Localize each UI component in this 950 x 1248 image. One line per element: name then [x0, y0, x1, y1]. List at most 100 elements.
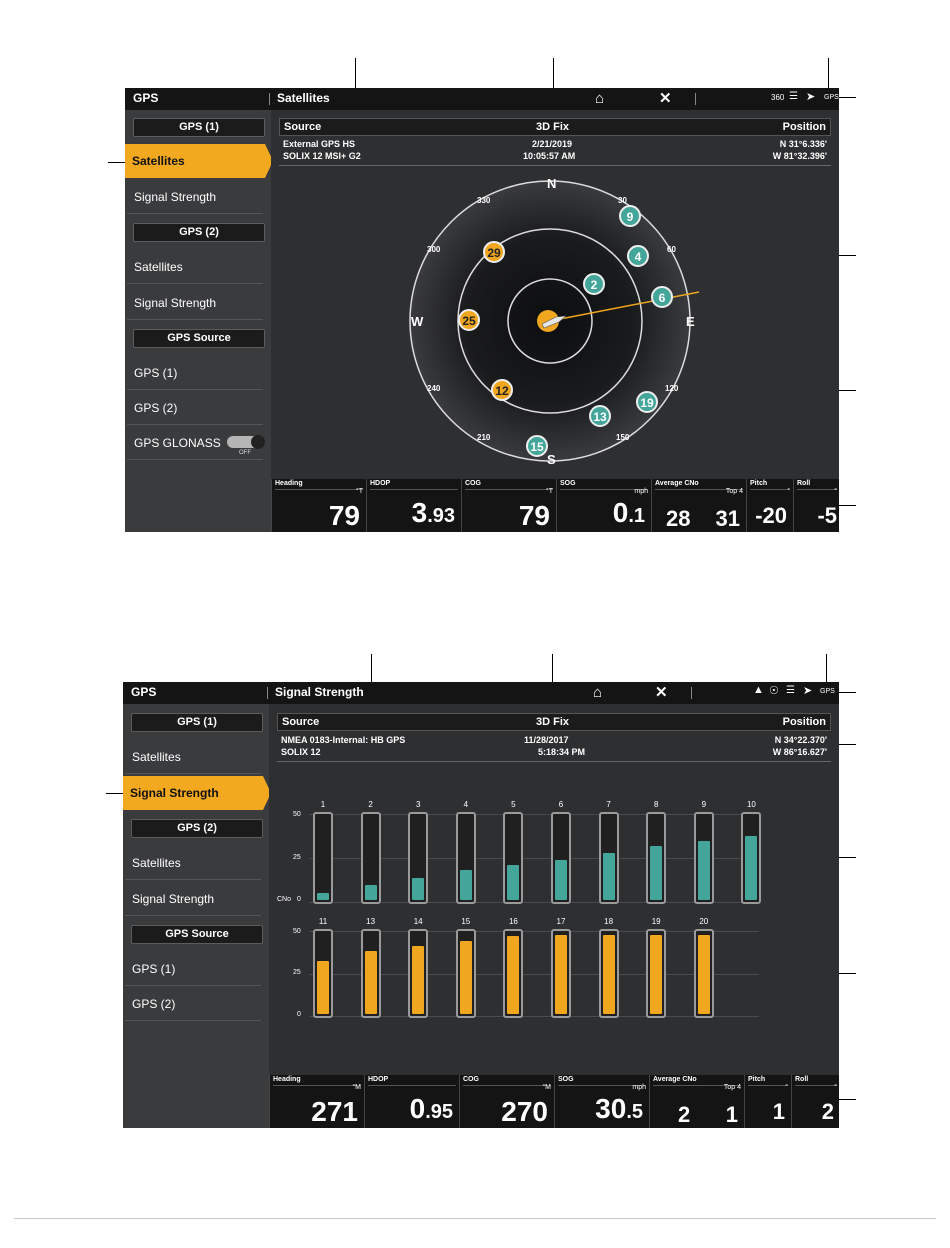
callout-line [828, 58, 829, 92]
pitch-unit: ° [787, 488, 790, 495]
satellite-marker: 2 [583, 273, 605, 295]
view-title: Satellites [277, 91, 330, 105]
cell-rule [795, 1085, 837, 1086]
compass-north: N [547, 176, 557, 191]
roll-cell[interactable]: Roll ° 2 [791, 1075, 839, 1128]
callout-line [838, 505, 856, 506]
cell-rule [797, 489, 837, 490]
gps-status-icon[interactable]: GPS [820, 688, 835, 695]
signal-bar-fill [364, 885, 377, 900]
signal-bar-fill [602, 853, 615, 900]
degree-label: 60 [667, 245, 676, 254]
close-icon[interactable]: ✕ [655, 683, 668, 701]
satellite-marker: 29 [483, 241, 505, 263]
radar-status-icon[interactable]: ▲ [753, 684, 764, 696]
toolbar-divider [691, 687, 692, 699]
compass-status-icon[interactable]: ➤ [806, 90, 815, 103]
hdop-value: 0.95 [410, 1094, 453, 1127]
pitch-value: 1 [772, 1099, 785, 1124]
satellite-id-label: 7 [606, 800, 611, 809]
satellite-id-label: 14 [413, 917, 423, 926]
360-status-icon[interactable]: 360 [771, 93, 784, 102]
sidebar-item-gps-glonass[interactable]: GPS GLONASS OFF [127, 426, 265, 460]
sidebar-item-gps1-satellites[interactable]: Satellites [125, 740, 261, 774]
heading-cell[interactable]: Heading °M 271 [269, 1075, 364, 1128]
heading-value: 79 [328, 500, 360, 531]
autopilot-status-icon[interactable]: ☉ [769, 684, 779, 697]
axis-label-50: 50 [293, 811, 301, 818]
hdop-cell[interactable]: HDOP 0.95 [364, 1075, 459, 1128]
satellite-id-label: 18 [604, 917, 614, 926]
average-cno-cell[interactable]: Average CNo Top 4 2 1 [649, 1075, 744, 1128]
app-title: GPS [131, 685, 157, 699]
heading-cell[interactable]: Heading °T 79 [271, 479, 366, 532]
roll-value: 2 [821, 1099, 834, 1124]
sidebar-header-gps1: GPS (1) [133, 118, 265, 137]
pitch-unit: ° [785, 1084, 788, 1091]
sog-cell[interactable]: SOG mph 30.5 [554, 1075, 649, 1128]
sidebar: GPS (1) Satellites Signal Strength GPS (… [125, 110, 273, 532]
glonass-toggle[interactable]: OFF [227, 435, 265, 456]
pitch-cell[interactable]: Pitch ° -20 [746, 479, 793, 532]
satellite-marker: 4 [627, 245, 649, 267]
sonar-status-icon[interactable]: ☰ [789, 91, 798, 102]
cog-cell[interactable]: COG °M 270 [459, 1075, 554, 1128]
satellite-id-label: 13 [366, 917, 376, 926]
satellite-id-label: 17 [556, 917, 566, 926]
signal-bar-fill [697, 935, 710, 1014]
sidebar-item-gps1-signal-strength[interactable]: Signal Strength [127, 180, 263, 214]
cell-rule [273, 1085, 361, 1086]
hdop-label: HDOP [368, 1076, 389, 1083]
satellite-id-label: 19 [651, 917, 661, 926]
toggle-state: OFF [239, 450, 251, 456]
sog-cell[interactable]: SOG mph 0.1 [556, 479, 651, 532]
toggle-knob [251, 435, 265, 449]
signal-bar-fill [697, 841, 710, 900]
signal-bar-fill [745, 836, 758, 900]
sidebar-item-gps2-signal-strength[interactable]: Signal Strength [125, 882, 261, 916]
hdop-label: HDOP [370, 480, 391, 487]
signal-bar-fill [459, 941, 472, 1014]
sonar-status-icon[interactable]: ☰ [786, 685, 795, 696]
home-icon[interactable]: ⌂ [595, 90, 604, 107]
sidebar-item-source-gps1[interactable]: GPS (1) [125, 952, 261, 986]
degree-label: 210 [477, 433, 491, 442]
latitude: N 34°22.370' [774, 735, 827, 745]
signal-bar [693, 929, 714, 1018]
sidebar-item-source-gps2[interactable]: GPS (2) [127, 391, 263, 425]
average-cno-cell[interactable]: Average CNo Top 4 28 31 [651, 479, 746, 532]
toolbar-divider [695, 93, 696, 105]
device-name: SOLIX 12 [281, 747, 321, 757]
info-row-2: SOLIX 12 5:18:34 PM W 86°16.627' [281, 747, 827, 759]
cell-rule [463, 1085, 551, 1086]
pitch-cell[interactable]: Pitch ° 1 [744, 1075, 791, 1128]
roll-cell[interactable]: Roll ° -5 [793, 479, 839, 532]
signal-bar-fill [364, 951, 377, 1014]
sidebar-item-gps2-satellites[interactable]: Satellites [127, 250, 263, 284]
glonass-label: GPS GLONASS [134, 436, 221, 450]
signal-bar [408, 812, 429, 904]
cog-cell[interactable]: COG °T 79 [461, 479, 556, 532]
info-header: Source 3D Fix Position [277, 713, 831, 731]
signal-bar [455, 929, 476, 1018]
satellite-marker: 12 [491, 379, 513, 401]
sidebar-item-source-gps1[interactable]: GPS (1) [127, 356, 263, 390]
sog-label: SOG [560, 480, 576, 487]
signal-bar [360, 812, 381, 904]
signal-bar [455, 812, 476, 904]
gps-status-icon[interactable]: GPS [824, 94, 839, 101]
sidebar-item-source-gps2[interactable]: GPS (2) [125, 987, 261, 1021]
sidebar-item-gps2-satellites[interactable]: Satellites [125, 846, 261, 880]
sidebar-item-gps2-signal-strength[interactable]: Signal Strength [127, 286, 263, 320]
callout-line [838, 1099, 856, 1100]
home-icon[interactable]: ⌂ [593, 684, 602, 701]
position-header: Position [782, 716, 826, 728]
sidebar-item-gps1-signal-strength[interactable]: Signal Strength [123, 776, 271, 810]
callout-line [108, 162, 126, 163]
sidebar-item-gps1-satellites[interactable]: Satellites [125, 144, 273, 178]
close-icon[interactable]: ✕ [659, 89, 672, 107]
hdop-cell[interactable]: HDOP 3.93 [366, 479, 461, 532]
cog-label: COG [465, 480, 481, 487]
compass-status-icon[interactable]: ➤ [803, 684, 812, 697]
signal-bar-fill [650, 935, 663, 1014]
